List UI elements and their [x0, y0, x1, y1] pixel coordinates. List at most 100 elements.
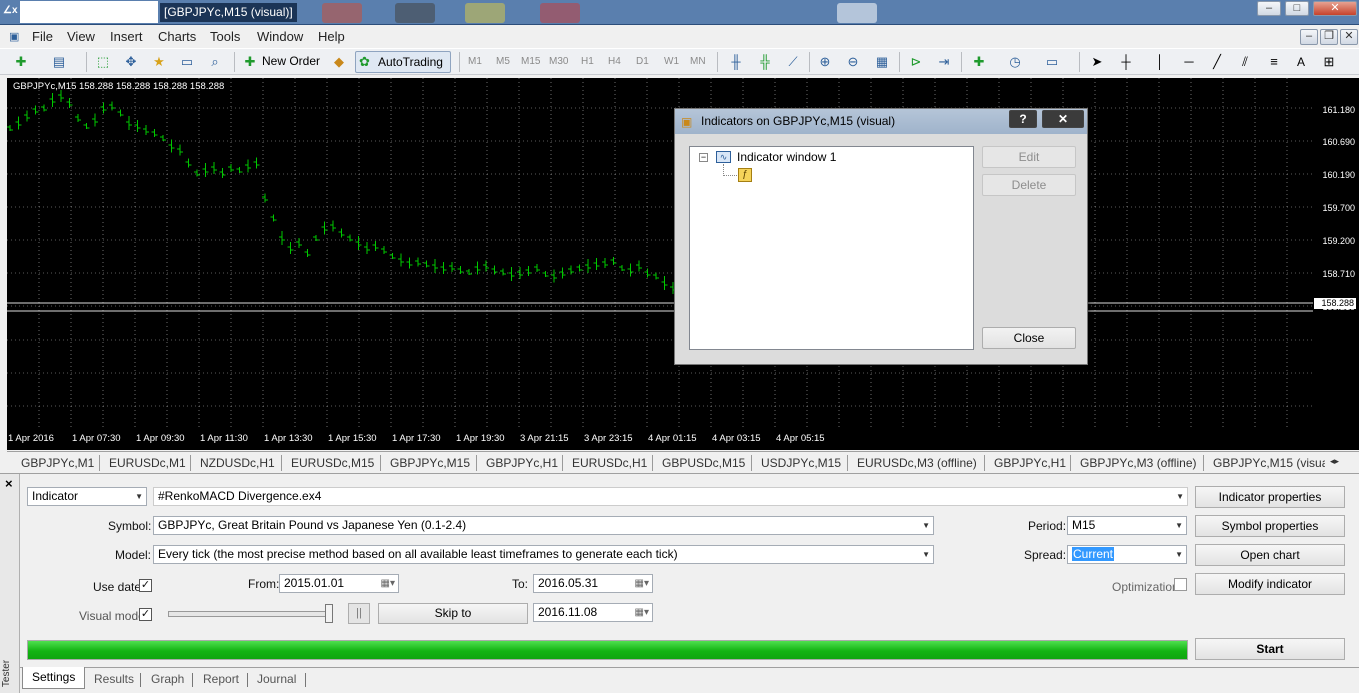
chart-tab[interactable]: GBPJPYc,H1: [486, 456, 558, 470]
speed-slider-thumb[interactable]: [325, 604, 333, 623]
timeframe-m30[interactable]: M30: [549, 56, 568, 67]
cursor-icon[interactable]: ➤: [1088, 53, 1106, 71]
market-watch-icon[interactable]: ⬚: [94, 53, 112, 71]
zoom-out-icon[interactable]: ⊖: [844, 53, 862, 71]
timeframe-m1[interactable]: M1: [468, 56, 482, 67]
tabs-scroll-right-icon[interactable]: ◂▸: [1330, 456, 1339, 467]
test-type-select[interactable]: Indicator ▼: [27, 487, 147, 506]
navigator-icon[interactable]: ★: [150, 53, 168, 71]
tab-report[interactable]: Report: [203, 672, 239, 686]
tab-settings[interactable]: Settings: [22, 667, 86, 689]
maximize-button[interactable]: □: [1285, 1, 1309, 16]
chart-tab[interactable]: EURUSDc,M3 (offline): [857, 456, 977, 470]
periods-icon[interactable]: ◷: [1006, 53, 1024, 71]
menu-help[interactable]: Help: [318, 29, 345, 44]
line-chart-icon[interactable]: ⟋: [784, 53, 802, 71]
tab-graph[interactable]: Graph: [151, 672, 184, 686]
data-window-icon[interactable]: ✥: [122, 53, 140, 71]
modify-indicator-button[interactable]: Modify indicator: [1195, 573, 1345, 595]
crosshair-icon[interactable]: ┼: [1117, 53, 1135, 71]
chart-tab[interactable]: EURUSDc,H1: [572, 456, 647, 470]
period-select[interactable]: M15 ▼: [1067, 516, 1187, 535]
dialog-close-x-button[interactable]: ✕: [1042, 110, 1084, 128]
chart-tab-active[interactable]: GBPJPYc,M15 (visua: [1213, 456, 1325, 470]
doc-restore-button[interactable]: ❐: [1320, 29, 1338, 45]
timeframe-w1[interactable]: W1: [664, 56, 679, 67]
horizontal-line-icon[interactable]: ─: [1180, 53, 1198, 71]
speed-slider-track[interactable]: [168, 611, 331, 617]
skip-date-picker[interactable]: 2016.11.08 ▦▾: [533, 603, 653, 622]
tester-close-icon[interactable]: ×: [5, 476, 13, 491]
custom-indicator-icon[interactable]: ƒ: [738, 168, 752, 182]
terminal-icon[interactable]: ▭: [178, 53, 196, 71]
price-chart[interactable]: 1 Apr 2016 1 Apr 07:30 1 Apr 09:30 1 Apr 11…: [7, 78, 1313, 450]
menu-file[interactable]: File: [32, 29, 53, 44]
start-button[interactable]: Start: [1195, 638, 1345, 660]
chart-tab[interactable]: EURUSDc,M1: [109, 456, 186, 470]
timeframe-h1[interactable]: H1: [581, 56, 594, 67]
skip-to-button[interactable]: Skip to: [378, 603, 528, 624]
tab-results[interactable]: Results: [94, 672, 134, 686]
indicator-properties-button[interactable]: Indicator properties: [1195, 486, 1345, 508]
close-button[interactable]: ✕: [1313, 1, 1357, 16]
menu-view[interactable]: View: [67, 29, 95, 44]
zoom-in-icon[interactable]: ⊕: [816, 53, 834, 71]
vertical-line-icon[interactable]: │: [1151, 53, 1169, 71]
close-dialog-button[interactable]: Close: [982, 327, 1076, 349]
spread-select[interactable]: Current ▼: [1067, 545, 1187, 564]
edit-button[interactable]: Edit: [982, 146, 1076, 168]
symbol-select[interactable]: GBPJPYc, Great Britain Pound vs Japanese…: [153, 516, 934, 535]
expert-select[interactable]: #RenkoMACD Divergence.ex4 ▼: [153, 487, 1188, 506]
strategy-tester-icon[interactable]: ⌕: [206, 53, 224, 71]
dialog-help-button[interactable]: ?: [1009, 110, 1037, 128]
chart-tab[interactable]: GBPJPYc,M3 (offline): [1080, 456, 1196, 470]
indicator-tree[interactable]: − ∿ Indicator window 1 ƒ: [689, 146, 974, 350]
new-chart-icon[interactable]: ✚: [12, 53, 30, 71]
from-date-picker[interactable]: 2015.01.01 ▦▾: [279, 574, 399, 593]
optimization-checkbox[interactable]: [1174, 578, 1187, 591]
chart-shift-icon[interactable]: ⇥: [935, 53, 953, 71]
templates-icon[interactable]: ▭: [1043, 53, 1061, 71]
equidistant-channel-icon[interactable]: ⫽: [1236, 53, 1254, 71]
chart-tab[interactable]: GBPUSDc,M15: [662, 456, 745, 470]
open-chart-button[interactable]: Open chart: [1195, 544, 1345, 566]
new-order-button[interactable]: New Order: [262, 54, 320, 68]
autotrading-toggle[interactable]: ✿ AutoTrading: [355, 51, 451, 73]
chart-tab[interactable]: GBPJPYc,M15: [390, 456, 470, 470]
chart-tab[interactable]: NZDUSDc,H1: [200, 456, 275, 470]
tab-journal[interactable]: Journal: [257, 672, 296, 686]
doc-minimize-button[interactable]: –: [1300, 29, 1318, 45]
text-tool-icon[interactable]: A: [1292, 53, 1310, 71]
to-date-picker[interactable]: 2016.05.31 ▦▾: [533, 574, 653, 593]
model-select[interactable]: Every tick (the most precise method base…: [153, 545, 934, 564]
chart-tab[interactable]: USDJPYc,M15: [761, 456, 841, 470]
tile-windows-icon[interactable]: ▦: [873, 53, 891, 71]
timeframe-mn[interactable]: MN: [690, 56, 706, 67]
use-date-checkbox[interactable]: ✓: [139, 579, 152, 592]
menu-charts[interactable]: Charts: [158, 29, 196, 44]
menu-window[interactable]: Window: [257, 29, 303, 44]
minimize-button[interactable]: –: [1257, 1, 1281, 16]
chart-tab[interactable]: GBPJPYc,H1: [994, 456, 1066, 470]
visual-mode-checkbox[interactable]: ✓: [139, 608, 152, 621]
menu-tools[interactable]: Tools: [210, 29, 240, 44]
tree-collapse-icon[interactable]: −: [699, 153, 708, 162]
new-order-icon[interactable]: ✚: [241, 53, 259, 71]
chart-tab[interactable]: EURUSDc,M15: [291, 456, 374, 470]
autoscroll-icon[interactable]: ⊳: [907, 53, 925, 71]
fibonacci-icon[interactable]: ≡: [1265, 53, 1283, 71]
arrows-icon[interactable]: ⊞: [1320, 53, 1338, 71]
timeframe-h4[interactable]: H4: [608, 56, 621, 67]
chart-tab[interactable]: GBPJPYc,M1: [21, 456, 94, 470]
trendline-icon[interactable]: ╱: [1208, 53, 1226, 71]
profiles-icon[interactable]: ▤: [50, 53, 68, 71]
menu-insert[interactable]: Insert: [110, 29, 143, 44]
pause-button[interactable]: ||: [348, 603, 370, 624]
candlestick-icon[interactable]: ╬: [756, 53, 774, 71]
timeframe-d1[interactable]: D1: [636, 56, 649, 67]
bar-chart-icon[interactable]: ╫: [727, 53, 745, 71]
timeframe-m5[interactable]: M5: [496, 56, 510, 67]
tree-item-indicator-window[interactable]: Indicator window 1: [737, 150, 836, 164]
doc-close-button[interactable]: ✕: [1340, 29, 1358, 45]
symbol-properties-button[interactable]: Symbol properties: [1195, 515, 1345, 537]
